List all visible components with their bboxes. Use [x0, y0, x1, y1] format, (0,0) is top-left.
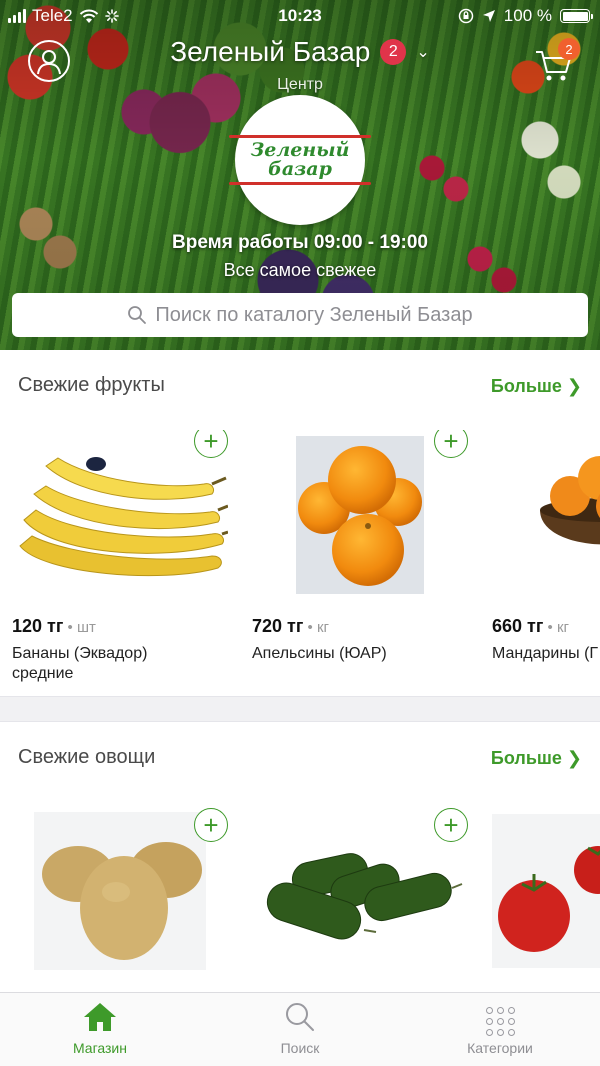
section-fresh-vegetables: Свежие овощи Больше ❯ + + [0, 722, 600, 992]
product-price: 660 тг • кг [492, 616, 569, 636]
section-divider [0, 696, 600, 722]
section-fresh-fruits: Свежие фрукты Больше ❯ + 120 тг • шт Бан… [0, 350, 600, 696]
product-price: 720 тг • кг [252, 616, 329, 636]
product-card-bananas[interactable]: + 120 тг • шт Бананы (Эквадор) средние [12, 430, 240, 690]
tab-shop-label: Магазин [72, 1040, 127, 1056]
product-price: 120 тг • шт [12, 616, 96, 636]
search-icon [128, 306, 147, 324]
home-icon [84, 1003, 116, 1031]
product-image-bananas [12, 444, 228, 586]
opening-hours: Время работы 09:00 - 19:00 [172, 232, 428, 253]
store-name: Зеленый Базар [170, 36, 371, 67]
section-header: Свежие овощи Больше ❯ [18, 746, 582, 774]
product-name: Бананы (Эквадор) средние [12, 645, 148, 682]
more-fruits-link[interactable]: Больше ❯ [491, 376, 582, 397]
store-selector[interactable]: Зеленый Базар 2 ⌄ [0, 36, 600, 68]
tab-categories-label: Категории [467, 1040, 533, 1056]
battery-percent: 100 % [503, 6, 552, 25]
cart-count-badge: 2 [558, 38, 580, 60]
store-logo: Зеленый базар [229, 95, 371, 225]
bottom-tab-bar: Магазин Поиск Категории [0, 992, 600, 1066]
product-name: Апельсины (ЮАР) [252, 645, 387, 662]
tab-shop[interactable]: Магазин [20, 1001, 180, 1056]
chevron-down-icon: ⌄ [416, 44, 430, 61]
status-right: 100 % [458, 6, 593, 26]
store-location: Центр [277, 76, 323, 93]
tab-search[interactable]: Поиск [220, 1001, 380, 1056]
store-logo-text: Зеленый базар [229, 135, 371, 185]
product-card-oranges[interactable]: + 720 тг • кг Апельсины (ЮАР) [252, 430, 480, 690]
battery-icon [560, 9, 593, 23]
vegetable-carousel[interactable]: + + [0, 802, 600, 992]
section-header: Свежие фрукты Больше ❯ [18, 374, 582, 402]
orientation-lock-icon [458, 8, 474, 24]
search-icon [286, 1003, 314, 1031]
fruit-carousel[interactable]: + 120 тг • шт Бананы (Эквадор) средние +… [0, 430, 600, 700]
product-image-mandarins [520, 436, 600, 578]
product-image-tomatoes [492, 814, 600, 968]
status-bar: Tele2 10:23 100 % [0, 0, 600, 30]
add-to-cart-button[interactable]: + [434, 808, 468, 842]
store-badge: 2 [380, 39, 407, 65]
product-name: Мандарины (Г [492, 645, 599, 662]
store-tagline: Все самое свежее [223, 260, 377, 280]
tab-categories[interactable]: Категории [420, 1001, 580, 1056]
section-title: Свежие овощи [18, 746, 156, 768]
product-card-potatoes[interactable]: + [12, 802, 240, 992]
product-card-mandarins[interactable]: 660 тг • кг Мандарины (Г [492, 430, 600, 690]
store-hero-banner: Tele2 10:23 100 % Зеленый Базар 2 ⌄ Цент… [0, 0, 600, 350]
search-placeholder: Поиск по каталогу Зеленый Базар [155, 303, 473, 326]
add-to-cart-button[interactable]: + [194, 808, 228, 842]
section-title: Свежие фрукты [18, 374, 165, 396]
add-to-cart-button[interactable]: + [434, 430, 468, 458]
product-card-cucumbers[interactable]: + [252, 802, 480, 992]
product-card-tomatoes[interactable] [492, 802, 600, 992]
product-image-cucumbers [252, 818, 468, 962]
product-image-potatoes [34, 812, 206, 970]
cart-button[interactable]: 2 [532, 38, 580, 86]
grid-icon [485, 1007, 515, 1036]
catalog-search-input[interactable]: Поиск по каталогу Зеленый Базар [12, 293, 588, 337]
more-vegetables-link[interactable]: Больше ❯ [491, 748, 582, 769]
location-arrow-icon [482, 10, 495, 22]
tab-search-label: Поиск [280, 1040, 320, 1056]
product-image-oranges [296, 436, 424, 594]
